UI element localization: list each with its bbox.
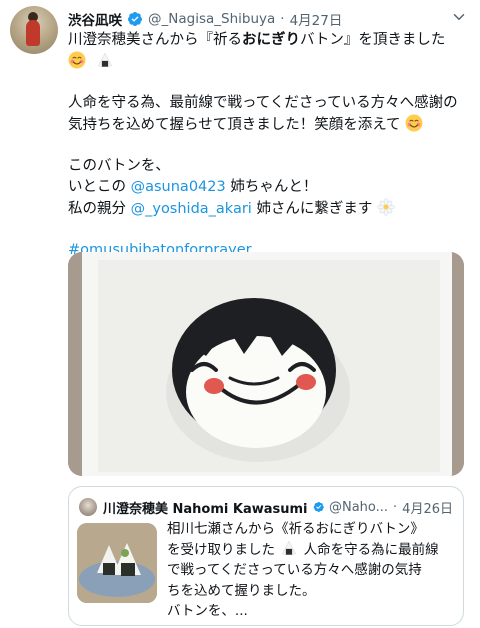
rice-ball-emoji xyxy=(97,52,112,67)
onigiri-plate-thumbnail-illustration xyxy=(77,523,157,603)
tweet-text: 川澄奈穂美さんから『祈るおにぎりバトン』を頂きました 人命を守る為、最前線で戦っ… xyxy=(68,30,468,261)
quoted-tweet-header: 川澄奈穂美 Nahomi Kawasumi @Naho... · 4月26日 xyxy=(79,497,453,517)
header-separator: · xyxy=(280,11,285,27)
quoted-tweet-thumbnail xyxy=(77,523,157,603)
text-line: 私の親分 @_yoshida_akari 姉さんに繋ぎます xyxy=(68,198,468,219)
quoted-author-name: 川澄奈穂美 Nahomi Kawasumi xyxy=(103,501,308,517)
text-line: 川澄奈穂美さんから『祈るおにぎりバトン』を頂きました xyxy=(68,30,468,51)
text-line: で戦ってくださっている方々へ感謝の気持 xyxy=(167,562,422,578)
quoted-header-separator: · xyxy=(393,499,398,515)
smiling-face-emoji xyxy=(405,114,423,132)
author-name[interactable]: 渋谷凪咲 xyxy=(68,9,122,29)
text-line: 人命を守る為、最前線で戦ってくださっている方々へ感謝の xyxy=(68,95,458,111)
text-segment: いとこの xyxy=(68,179,126,195)
text-segment: 私の親分 xyxy=(68,201,126,217)
tweet-header: 渋谷凪咲 @_Nagisa_Shibuya · 4月27日 xyxy=(68,8,470,30)
text-line: バトンを、... xyxy=(167,603,248,619)
tweet-date[interactable]: 4月27日 xyxy=(290,9,343,29)
quoted-author-avatar xyxy=(79,498,97,516)
onigiri-photo-illustration xyxy=(68,252,464,476)
chevron-down-icon[interactable] xyxy=(450,8,468,26)
author-handle[interactable]: @_Nagisa_Shibuya xyxy=(148,11,275,27)
text-segment: 気持ちを込めて握らせて頂きました！笑顔を添えて xyxy=(68,117,401,133)
smiling-face-emoji xyxy=(68,51,86,69)
text-line: を受け取りました 人命を守る為に最前線 xyxy=(167,540,457,561)
verified-badge-icon xyxy=(313,501,324,513)
daisy-emoji xyxy=(377,198,395,216)
text-segment: 人命を守る為に最前線 xyxy=(303,541,439,558)
quoted-tweet-text: 相川七瀬さんから《祈るおにぎりバトン》 を受け取りました 人命を守る為に最前線 … xyxy=(167,519,457,622)
tweet-photo[interactable] xyxy=(68,252,464,476)
text-segment: 川澄奈穂美さんから『祈る xyxy=(68,32,242,48)
text-segment: バトン』を頂きました xyxy=(300,32,446,48)
text-line: このバトンを、 xyxy=(68,158,170,174)
quoted-author-handle: @Naho... xyxy=(328,499,389,515)
text-line: いとこの @asuna0423 姉ちゃんと！ xyxy=(68,177,468,198)
mention-link[interactable]: @_yoshida_akari xyxy=(131,201,252,217)
author-avatar[interactable] xyxy=(10,6,58,54)
rice-ball-emoji xyxy=(282,540,297,555)
text-segment: 姉ちゃんと！ xyxy=(230,179,318,195)
text-line: 気持ちを込めて握らせて頂きました！笑顔を添えて xyxy=(68,114,468,135)
verified-badge-icon xyxy=(127,12,142,26)
text-line: ちを込めて握りました。 xyxy=(167,582,316,599)
text-segment: を受け取りました xyxy=(167,541,275,558)
emoji-line xyxy=(68,51,468,72)
avatar-figure-body xyxy=(26,20,40,46)
text-segment-bold: おにぎり xyxy=(242,32,300,48)
text-segment: 姉さんに繋ぎます xyxy=(256,201,373,217)
quoted-tweet[interactable]: 川澄奈穂美 Nahomi Kawasumi @Naho... · 4月26日 相… xyxy=(68,486,464,626)
quoted-tweet-date: 4月26日 xyxy=(402,501,453,517)
text-line: 相川七瀬さんから《祈るおにぎりバトン》 xyxy=(167,521,424,537)
mention-link[interactable]: @asuna0423 xyxy=(131,179,226,195)
